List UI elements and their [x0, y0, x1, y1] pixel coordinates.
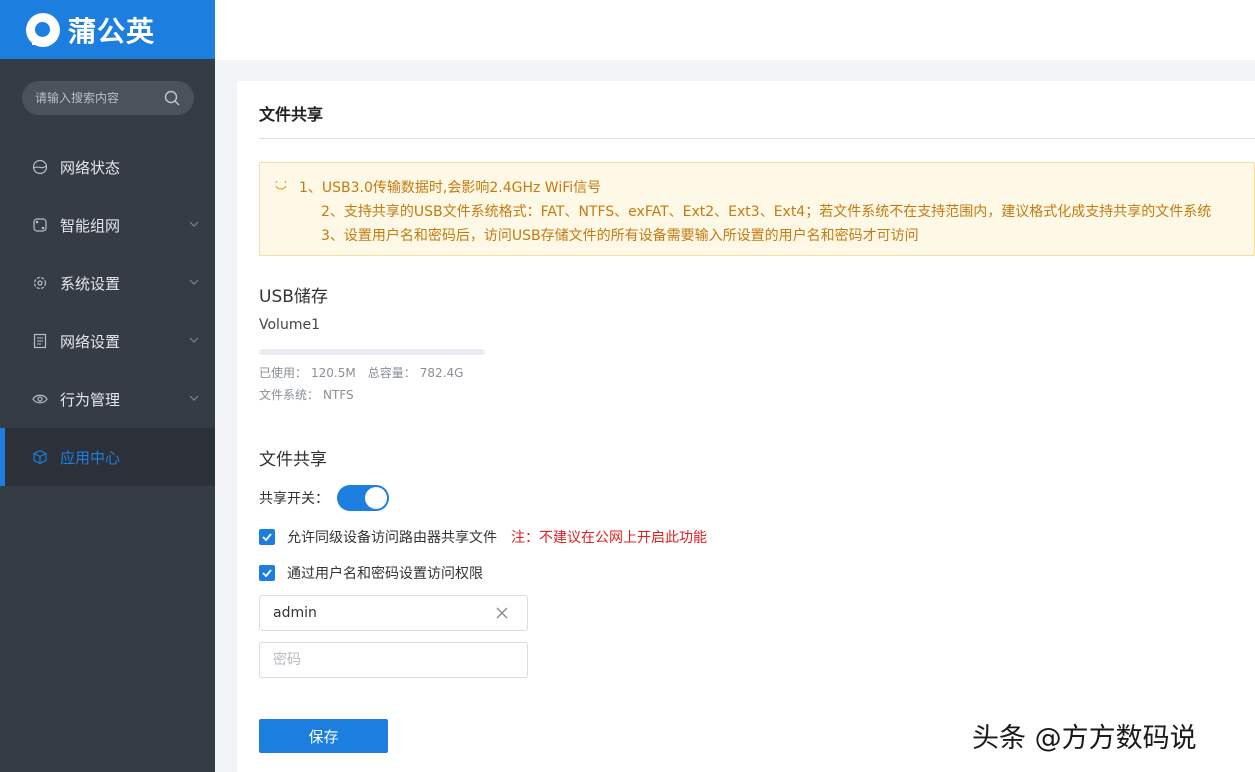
globe-icon [32, 159, 48, 175]
sidebar-nav: 网络状态 智能组网 系统设置 网络设置 行为管理 应用中心 [0, 138, 215, 486]
sidebar: 蒲公英 网络状态 智能组网 系统设置 网络设置 行为 [0, 0, 215, 772]
allow-lan-row: 允许同级设备访问路由器共享文件 注：不建议在公网上开启此功能 [259, 527, 707, 547]
save-button[interactable]: 保存 [259, 719, 388, 753]
main-card: 文件共享 1、USB3.0传输数据时,会影响2.4GHz WiFi信号 2、支持… [237, 81, 1255, 772]
checkmark-icon [262, 533, 272, 542]
title-divider [259, 138, 1255, 139]
sidebar-item-label: 行为管理 [60, 390, 121, 409]
sidebar-item-label: 智能组网 [60, 216, 121, 235]
volume-name: Volume1 [259, 317, 320, 333]
sidebar-item-label: 系统设置 [60, 274, 121, 293]
password-field[interactable] [259, 642, 528, 678]
fs-label: 文件系统： [259, 388, 320, 402]
sidebar-item-label: 应用中心 [60, 448, 121, 467]
chevron-down-icon [189, 395, 199, 401]
eye-icon [32, 394, 48, 404]
checkmark-icon [262, 569, 272, 578]
public-network-warning: 注：不建议在公网上开启此功能 [511, 530, 707, 546]
username-field[interactable] [259, 595, 528, 631]
sidebar-item-label: 网络设置 [60, 332, 121, 351]
username-input[interactable] [260, 596, 480, 630]
gear-icon [33, 276, 47, 290]
logo-icon [26, 12, 60, 47]
top-bar [215, 0, 1255, 60]
used-label: 已使用： [259, 366, 308, 380]
sidebar-item-system-settings[interactable]: 系统设置 [0, 254, 215, 312]
sidebar-item-label: 网络状态 [60, 158, 121, 177]
chevron-down-icon [189, 337, 199, 343]
auth-row: 通过用户名和密码设置访问权限 [259, 563, 483, 583]
share-toggle[interactable] [337, 485, 389, 511]
share-switch-row: 共享开关： [259, 485, 389, 511]
sidebar-item-behavior-management[interactable]: 行为管理 [0, 370, 215, 428]
notice-box: 1、USB3.0传输数据时,会影响2.4GHz WiFi信号 2、支持共享的US… [259, 162, 1255, 256]
cube-icon [33, 449, 47, 465]
chevron-down-icon [189, 279, 199, 285]
toggle-knob [365, 487, 387, 509]
used-value: 120.5M [311, 366, 356, 380]
file-sharing-heading: 文件共享 [259, 450, 327, 470]
auth-label[interactable]: 通过用户名和密码设置访问权限 [287, 563, 483, 583]
chevron-down-icon [189, 221, 199, 227]
search-input[interactable] [35, 91, 155, 105]
notice-line-3: 3、设置用户名和密码后，访问USB存储文件的所有设备需要输入所设置的用户名和密码… [321, 228, 919, 244]
usage-meta: 已使用： 120.5M 总容量： 782.4G [259, 364, 467, 381]
page-title: 文件共享 [259, 105, 324, 124]
sidebar-item-smart-network[interactable]: 智能组网 [0, 196, 215, 254]
search-icon[interactable] [164, 90, 180, 106]
search-box[interactable] [22, 81, 194, 115]
total-label: 总容量： [367, 366, 416, 380]
logo-bar: 蒲公英 [0, 0, 215, 59]
smile-icon [275, 181, 287, 190]
network-icon [33, 218, 47, 232]
filesystem-meta: 文件系统： NTFS [259, 386, 358, 403]
document-icon [33, 333, 47, 349]
notice-line-1: 1、USB3.0传输数据时,会影响2.4GHz WiFi信号 [299, 180, 602, 196]
password-input[interactable] [260, 643, 480, 677]
notice-line-2: 2、支持共享的USB文件系统格式：FAT、NTFS、exFAT、Ext2、Ext… [321, 204, 1212, 220]
sidebar-item-network-settings[interactable]: 网络设置 [0, 312, 215, 370]
sidebar-item-network-status[interactable]: 网络状态 [0, 138, 215, 196]
watermark-text: 头条 @方方数码说 [972, 723, 1197, 754]
auth-checkbox[interactable] [259, 565, 275, 581]
allow-lan-label[interactable]: 允许同级设备访问路由器共享文件 [287, 527, 497, 547]
brand-name: 蒲公英 [68, 14, 156, 48]
usb-storage-heading: USB储存 [259, 287, 328, 307]
sidebar-item-app-center[interactable]: 应用中心 [0, 428, 215, 486]
total-value: 782.4G [419, 366, 464, 380]
fs-value: NTFS [323, 388, 354, 402]
share-switch-label: 共享开关： [259, 491, 329, 507]
close-icon[interactable] [495, 606, 509, 620]
usage-progress-bar [259, 349, 485, 355]
allow-lan-checkbox[interactable] [259, 529, 275, 545]
